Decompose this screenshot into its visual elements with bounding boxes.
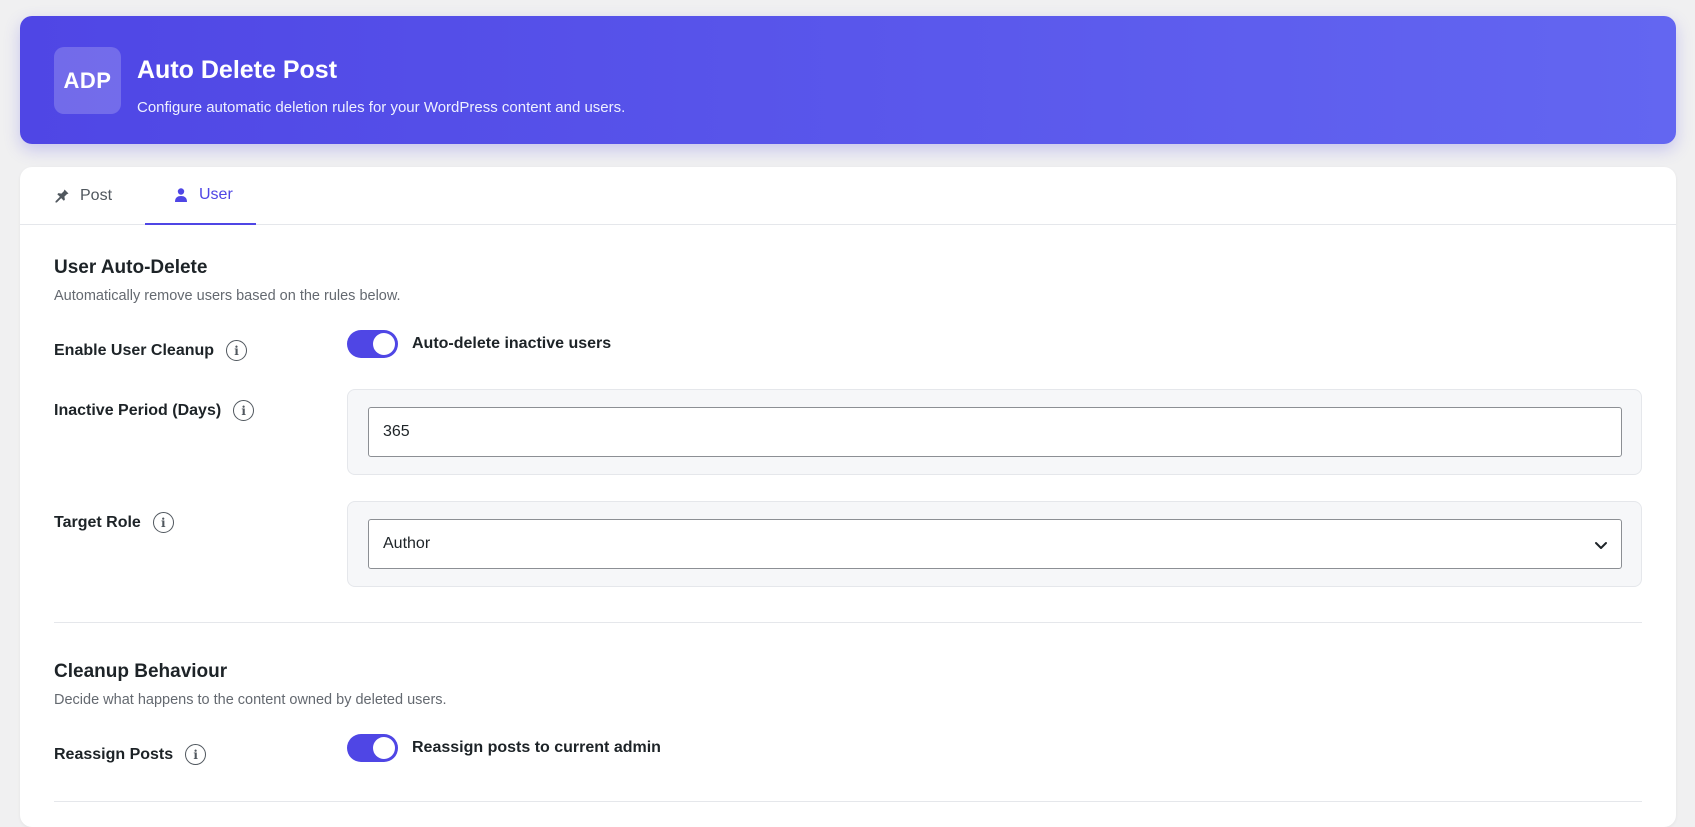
reassign-posts-label: Reassign Posts i [54,744,207,765]
target-role-field-box: Author [347,501,1642,587]
inactive-period-text: Inactive Period (Days) [54,401,222,419]
tab-bar: Post User [20,167,1676,225]
settings-card: Post User User Auto-Delete Automatically… [20,167,1676,827]
user-section-title: User Auto-Delete [54,257,208,278]
info-icon[interactable]: i [152,512,174,533]
enable-user-cleanup-toggle[interactable] [347,330,398,358]
user-icon [175,188,187,202]
tab-post[interactable]: Post [54,167,112,225]
target-role-value: Author [383,535,431,552]
reassign-posts-toggle-text: Reassign posts to current admin [412,739,661,756]
target-role-text: Target Role [54,513,141,531]
tab-user[interactable]: User [145,167,256,225]
info-icon[interactable]: i [185,744,207,765]
user-section-description: Automatically remove users based on the … [54,288,401,304]
cleanup-section-description: Decide what happens to the content owned… [54,692,447,708]
enable-user-cleanup-label: Enable User Cleanup i [54,340,248,361]
page-subtitle: Configure automatic deletion rules for y… [137,99,626,116]
enable-user-cleanup-toggle-text: Auto-delete inactive users [412,335,612,352]
target-role-label: Target Role i [54,512,174,533]
target-role-select[interactable]: Author [368,519,1622,569]
section-divider [54,622,1642,623]
plugin-logo: ADP [54,47,121,114]
chevron-down-icon [1595,542,1607,549]
reassign-posts-toggle[interactable] [347,734,398,762]
inactive-period-field-box [347,389,1642,475]
inactive-period-input[interactable] [368,407,1622,457]
cleanup-section-title: Cleanup Behaviour [54,661,228,682]
plugin-header: ADP Auto Delete Post Configure automatic… [20,16,1676,144]
toggle-knob [373,737,395,759]
toggle-knob [373,333,395,355]
section-divider [54,801,1642,802]
info-icon[interactable]: i [226,340,248,361]
pin-icon [55,189,69,203]
reassign-posts-text: Reassign Posts [54,745,174,763]
tab-user-label: User [199,186,233,203]
page-title: Auto Delete Post [137,56,338,84]
enable-user-cleanup-text: Enable User Cleanup [54,341,215,359]
inactive-period-label: Inactive Period (Days) i [54,400,255,421]
tab-post-label: Post [80,187,113,204]
info-icon[interactable]: i [233,400,255,421]
